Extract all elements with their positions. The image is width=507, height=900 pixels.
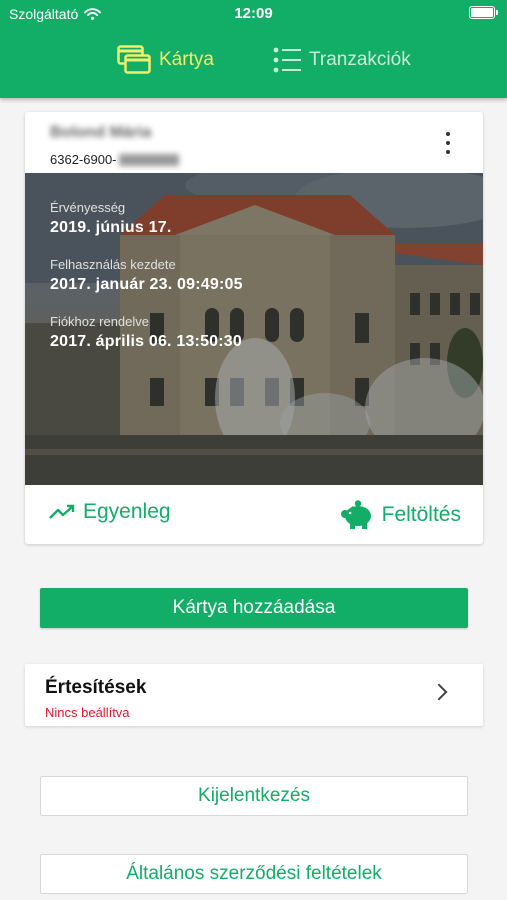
chevron-right-icon: [430, 683, 448, 701]
tab-card[interactable]: Kártya: [117, 40, 214, 80]
balance-label: Egyenleg: [83, 500, 171, 523]
balance-button[interactable]: Egyenleg: [49, 500, 171, 524]
card-photo: Érvényesség 2019. június 17. Felhasználá…: [25, 173, 483, 485]
topup-button[interactable]: Feltöltés: [340, 500, 461, 530]
assigned-label: Fiókhoz rendelve: [50, 314, 149, 329]
status-time: 12:09: [234, 5, 273, 22]
battery-icon: [469, 6, 498, 19]
first-use-value: 2017. január 23. 09:49:05: [50, 276, 243, 293]
notifications-title: Értesítések: [45, 677, 147, 698]
more-options-icon[interactable]: [443, 132, 453, 154]
tab-transactions[interactable]: Tranzakciók: [273, 40, 411, 80]
cards-icon: [117, 45, 151, 74]
assigned-value: 2017. április 06. 13:50:30: [50, 333, 242, 350]
add-card-button[interactable]: Kártya hozzáadása: [40, 588, 468, 628]
first-use-label: Felhasználás kezdete: [50, 257, 176, 272]
tab-transactions-label: Tranzakciók: [309, 49, 411, 70]
notifications-status: Nincs beállítva: [45, 705, 130, 720]
validity-label: Érvényesség: [50, 200, 126, 215]
card-panel: Bolond Mária 6362-6900- Érvényesség 2019…: [25, 112, 483, 544]
card-holder-name: Bolond Mária: [50, 124, 152, 141]
card-number-prefix: 6362-6900-: [50, 152, 117, 167]
card-number: 6362-6900-: [50, 152, 179, 167]
topup-label: Feltöltés: [381, 503, 461, 526]
card-number-hidden: [118, 153, 179, 166]
trending-up-icon: [49, 504, 75, 519]
notifications-row[interactable]: Értesítések Nincs beállítva: [25, 664, 483, 726]
list-icon: [273, 47, 301, 73]
tab-card-label: Kártya: [159, 49, 214, 70]
terms-button[interactable]: Általános szerződési feltételek: [40, 854, 468, 894]
validity-value: 2019. június 17.: [50, 219, 172, 236]
top-bar: Szolgáltató 12:09 Kártya Tranzakciók: [0, 0, 507, 98]
piggy-bank-icon: [340, 500, 371, 529]
logout-button[interactable]: Kijelentkezés: [40, 776, 468, 816]
